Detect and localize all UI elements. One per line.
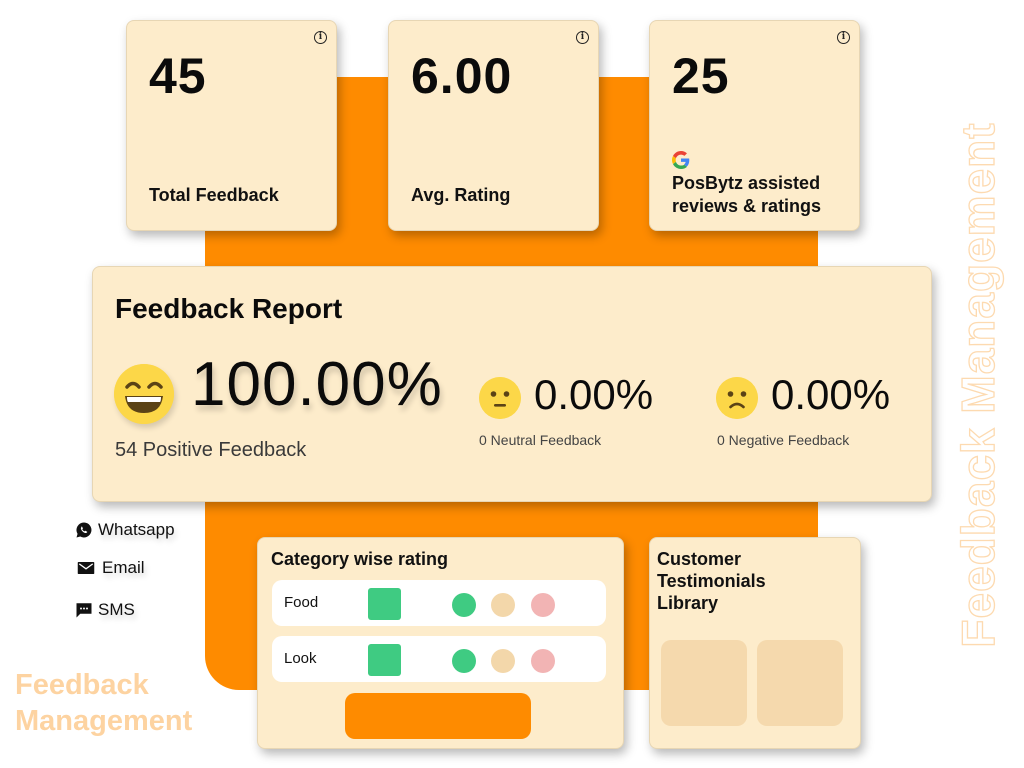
stat-label: Total Feedback [149,185,279,205]
positive-caption: 54 Positive Feedback [115,439,307,461]
brand-vertical-title: Feedback Management [951,122,1004,648]
stat-card-avg-rating[interactable]: i 6.00 Avg. Rating [388,20,599,231]
testimonials-title-line: Customer [657,549,742,569]
testimonials-title: Customer Testimonials Library [657,548,817,614]
category-name: Look [284,650,317,667]
category-row[interactable]: Food [272,580,606,626]
testimonial-tile[interactable] [757,640,843,726]
category-title: Category wise rating [271,549,449,569]
info-icon[interactable]: i [314,31,327,44]
channel-whatsapp[interactable]: Whatsapp [75,520,175,540]
positive-dot[interactable] [452,593,476,617]
neutral-dot[interactable] [491,593,515,617]
category-rating-card: Category wise rating Food Look [257,537,624,749]
sms-icon [76,603,92,618]
stat-value: 6.00 [411,48,513,104]
channel-label: Whatsapp [98,520,175,539]
negative-dot[interactable] [531,593,555,617]
brand-title-line: Management [15,705,193,737]
email-icon [77,562,95,574]
channel-sms[interactable]: SMS [75,600,135,620]
category-row[interactable]: Look [272,636,606,682]
stat-card-total-feedback[interactable]: i 45 Total Feedback [126,20,337,231]
neutral-face-icon [479,377,521,419]
category-rating-swatch [368,644,401,676]
channel-label: Email [102,558,145,577]
category-name: Food [284,594,319,611]
brand-title: Feedback Management [15,667,192,739]
stat-label: Avg. Rating [411,185,511,205]
positive-percent: 100.00% [191,350,443,419]
google-icon [672,151,690,169]
whatsapp-icon [76,522,92,538]
neutral-dot[interactable] [491,649,515,673]
negative-caption: 0 Negative Feedback [717,432,850,448]
neutral-percent: 0.00% [534,371,654,418]
testimonials-card: Customer Testimonials Library [649,537,861,749]
channel-email[interactable]: Email [75,558,145,578]
stat-label-line: reviews & ratings [672,196,822,216]
info-icon[interactable]: i [576,31,589,44]
testimonials-title-line: Testimonials [657,571,766,591]
negative-percent: 0.00% [771,371,891,418]
channel-label: SMS [98,600,135,619]
report-title: Feedback Report [115,293,343,324]
testimonial-tile[interactable] [661,640,747,726]
stat-label-line: PosBytz assisted [672,173,821,193]
brand-title-line: Feedback [15,669,149,701]
stat-value: 45 [149,48,207,104]
frowning-face-icon [716,377,758,419]
positive-dot[interactable] [452,649,476,673]
stat-value: 25 [672,48,730,104]
grinning-face-icon [114,364,174,424]
stat-label: PosBytz assisted reviews & ratings [672,172,821,218]
stat-card-assisted-reviews[interactable]: i 25 PosBytz assisted reviews & ratings [649,20,860,231]
info-icon[interactable]: i [837,31,850,44]
feedback-report-card: Feedback Report 100.00% 54 Positive Feed… [92,266,932,502]
neutral-caption: 0 Neutral Feedback [479,432,602,448]
category-rating-swatch [368,588,401,620]
negative-dot[interactable] [531,649,555,673]
testimonials-title-line: Library [657,593,719,613]
category-action-button[interactable] [345,693,531,739]
